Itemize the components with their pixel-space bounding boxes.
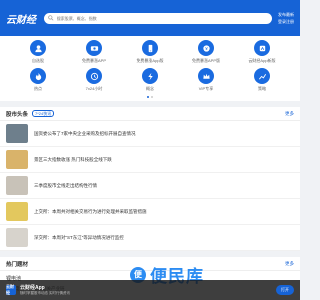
news-thumbnail [6, 202, 28, 221]
search-input[interactable] [56, 15, 268, 21]
login-link[interactable]: 登录注册 [278, 19, 294, 24]
clock-icon [86, 68, 102, 84]
news-headline: 深交所：本周对“ST东江”等异动情况进行监控 [34, 234, 124, 240]
user-icon [30, 40, 46, 56]
lightning-icon [142, 68, 158, 84]
header-actions: 发布最新 登录注册 [278, 12, 294, 24]
nav-item-vip[interactable]: VIP专享 [178, 68, 234, 92]
news-item[interactable]: 国资委公布了7家中央企业采购及招标开展自查情况 [0, 121, 300, 147]
nav-item-new-app[interactable]: 云财经App新版 [234, 40, 290, 64]
section-title: 热门题材 [6, 261, 29, 268]
live-news-badge[interactable]: 7*24快讯 [32, 110, 55, 117]
carousel-dots[interactable] [0, 94, 300, 101]
nav-label: 自选股 [32, 58, 44, 63]
more-link[interactable]: 更多 [285, 111, 294, 117]
nav-label: 概念 [146, 86, 154, 91]
news-item[interactable]: 深交所：本周对“ST东江”等异动情况进行监控 [0, 225, 300, 251]
nav-item-free-app-3[interactable]: ¥ 免费暴涨APP版 [178, 40, 234, 64]
nav-label: 免费暴涨App版 [136, 58, 164, 63]
nav-label: 免费暴涨APP版 [191, 58, 220, 63]
nav-item-free-app-2[interactable]: 免费暴涨App版 [122, 40, 178, 64]
news-headline: 景区三大指数收涨 热门科技股全线下跌 [34, 156, 112, 162]
money-icon [86, 40, 102, 56]
search-bar[interactable] [44, 12, 272, 24]
top-header: 云财经 发布最新 登录注册 [0, 0, 300, 36]
nav-label: 7x24小时 [85, 86, 103, 91]
open-app-button[interactable]: 打开 [276, 285, 294, 295]
news-section: 股市头条 7*24快讯 更多 国资委公布了7家中央企业采购及招标开展自查情况 景… [0, 107, 300, 251]
nav-item-strategy[interactable]: 策略 [234, 68, 290, 92]
banner-text: 云财经App 随时掌握股市动态 实时行情资讯 [20, 284, 70, 296]
news-thumbnail [6, 150, 28, 169]
news-item[interactable]: 上交所：本周共对相关交易行为进行处理并采取监管措施 [0, 199, 300, 225]
carousel-dot[interactable] [151, 96, 153, 98]
nav-label: VIP专享 [198, 86, 214, 91]
nav-item-24h[interactable]: 7x24小时 [66, 68, 122, 92]
search-icon [48, 15, 54, 21]
news-item[interactable]: 三季度股市全线走出结构性行情 [0, 173, 300, 199]
news-thumbnail [6, 176, 28, 195]
nav-item-hot[interactable]: 热点 [10, 68, 66, 92]
fire-icon [30, 68, 46, 84]
news-thumbnail [6, 228, 28, 247]
app-download-banner[interactable]: 云财经 云财经App 随时掌握股市动态 实时行情资讯 打开 [0, 280, 300, 300]
banner-title: 云财经App [20, 285, 45, 291]
news-section-header: 股市头条 7*24快讯 更多 [0, 107, 300, 121]
chart-icon [254, 68, 270, 84]
crown-icon [198, 68, 214, 84]
app-icon [254, 40, 270, 56]
nav-item-watchlist[interactable]: 自选股 [10, 40, 66, 64]
nav-item-concept[interactable]: 概念 [122, 68, 178, 92]
carousel-dot-active[interactable] [147, 96, 149, 98]
nav-label: 免费暴涨APP [81, 58, 106, 63]
section-title: 股市头条 [6, 111, 29, 118]
nav-label: 策略 [258, 86, 266, 91]
app-logo[interactable]: 云财经 [6, 11, 38, 26]
quick-nav-grid: 自选股 免费暴涨APP 免费暴涨App版 ¥ 免费暴涨APP版 云财经App新版… [0, 36, 300, 94]
app-icon: 云财经 [6, 284, 16, 295]
news-headline: 上交所：本周共对相关交易行为进行处理并采取监管措施 [34, 208, 147, 214]
news-headline: 三季度股市全线走出结构性行情 [34, 182, 97, 188]
nav-label: 云财经App新版 [248, 58, 276, 63]
news-headline: 国资委公布了7家中央企业采购及招标开展自查情况 [34, 130, 136, 136]
coin-icon: ¥ [198, 40, 214, 56]
nav-item-free-app[interactable]: 免费暴涨APP [66, 40, 122, 64]
publish-link[interactable]: 发布最新 [278, 12, 294, 17]
banner-subtitle: 随时掌握股市动态 实时行情资讯 [20, 291, 70, 295]
phone-icon [142, 40, 158, 56]
news-item[interactable]: 景区三大指数收涨 热门科技股全线下跌 [0, 147, 300, 173]
more-link[interactable]: 更多 [285, 261, 294, 267]
news-thumbnail [6, 124, 28, 143]
nav-label: 热点 [34, 86, 42, 91]
